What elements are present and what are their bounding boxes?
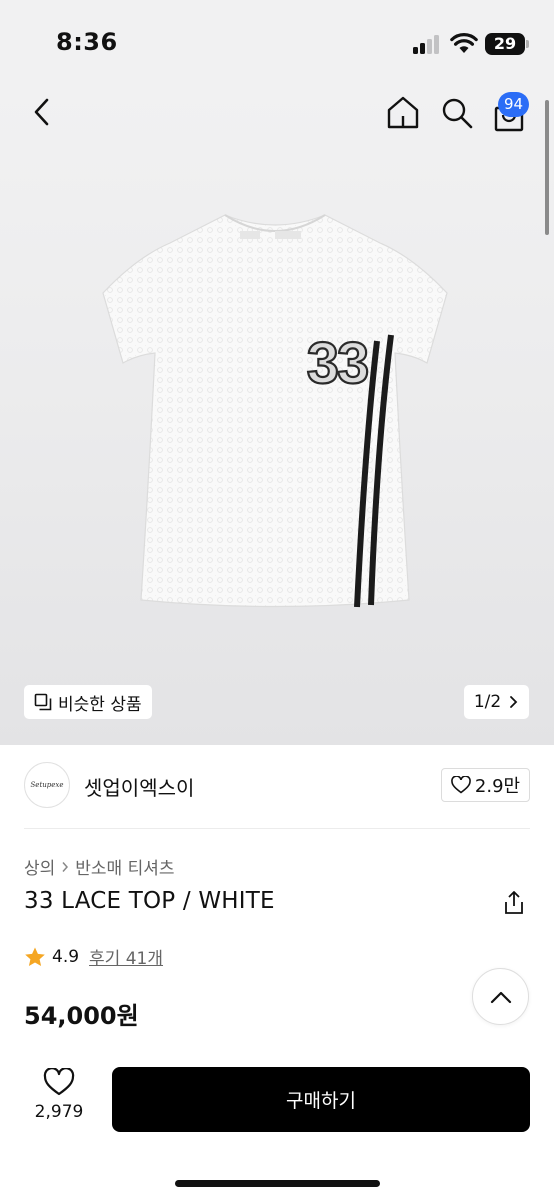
chevron-right-icon <box>62 861 69 872</box>
brand-like-count: 2.9만 <box>474 776 521 797</box>
home-indicator <box>175 1180 380 1187</box>
battery-tip <box>526 40 529 48</box>
home-icon[interactable] <box>385 94 421 130</box>
wifi-icon <box>450 33 478 53</box>
breadcrumb: 상의 반소매 티셔츠 <box>24 854 175 879</box>
product-title: 33 LACE TOP / WHITE <box>24 888 275 914</box>
cellular-signal-icon <box>413 34 441 54</box>
shirt-print-number: 33 <box>307 331 368 396</box>
share-icon[interactable] <box>502 890 526 916</box>
rating-row: 4.9 후기 41개 <box>24 944 163 969</box>
buy-button-label: 구매하기 <box>286 1090 356 1112</box>
brand-like-button[interactable]: 2.9만 <box>441 768 530 802</box>
similar-products-button[interactable]: 비슷한 상품 <box>24 685 152 719</box>
buy-button[interactable]: 구매하기 <box>112 1067 530 1132</box>
breadcrumb-item-category[interactable]: 상의 <box>24 854 55 879</box>
brand-logo-text: Setupexe <box>30 781 64 789</box>
similar-products-label: 비슷한 상품 <box>58 694 142 715</box>
cart-badge: 94 <box>498 92 529 117</box>
product-like-count: 2,979 <box>34 1102 84 1122</box>
reviews-link[interactable]: 후기 41개 <box>89 944 163 969</box>
heart-icon <box>451 776 471 794</box>
status-time: 8:36 <box>56 28 118 56</box>
chevron-up-icon <box>490 991 511 1003</box>
scroll-to-top-button[interactable] <box>472 968 529 1025</box>
scroll-indicator <box>545 100 549 235</box>
heart-icon <box>43 1068 75 1096</box>
divider <box>24 828 530 829</box>
copy-icon <box>34 693 52 711</box>
battery-icon: 29 <box>485 33 525 55</box>
battery-level: 29 <box>493 34 517 53</box>
product-price: 54,000원 <box>24 1002 139 1030</box>
status-bar: 8:36 29 <box>0 0 554 88</box>
chevron-right-icon <box>510 696 518 708</box>
product-like-button[interactable]: 2,979 <box>24 1068 94 1122</box>
back-icon[interactable] <box>28 96 56 128</box>
brand-logo[interactable]: Setupexe <box>24 762 70 808</box>
page-indicator: 1/2 <box>473 692 502 712</box>
product-image[interactable]: 33 <box>95 195 455 615</box>
rating-value: 4.9 <box>52 946 80 967</box>
brand-name[interactable]: 셋업이엑스이 <box>84 772 194 801</box>
star-icon <box>25 947 45 966</box>
breadcrumb-item-subcategory[interactable]: 반소매 티셔츠 <box>75 854 174 879</box>
image-pager-button[interactable]: 1/2 <box>464 685 529 719</box>
search-icon[interactable] <box>440 96 474 130</box>
